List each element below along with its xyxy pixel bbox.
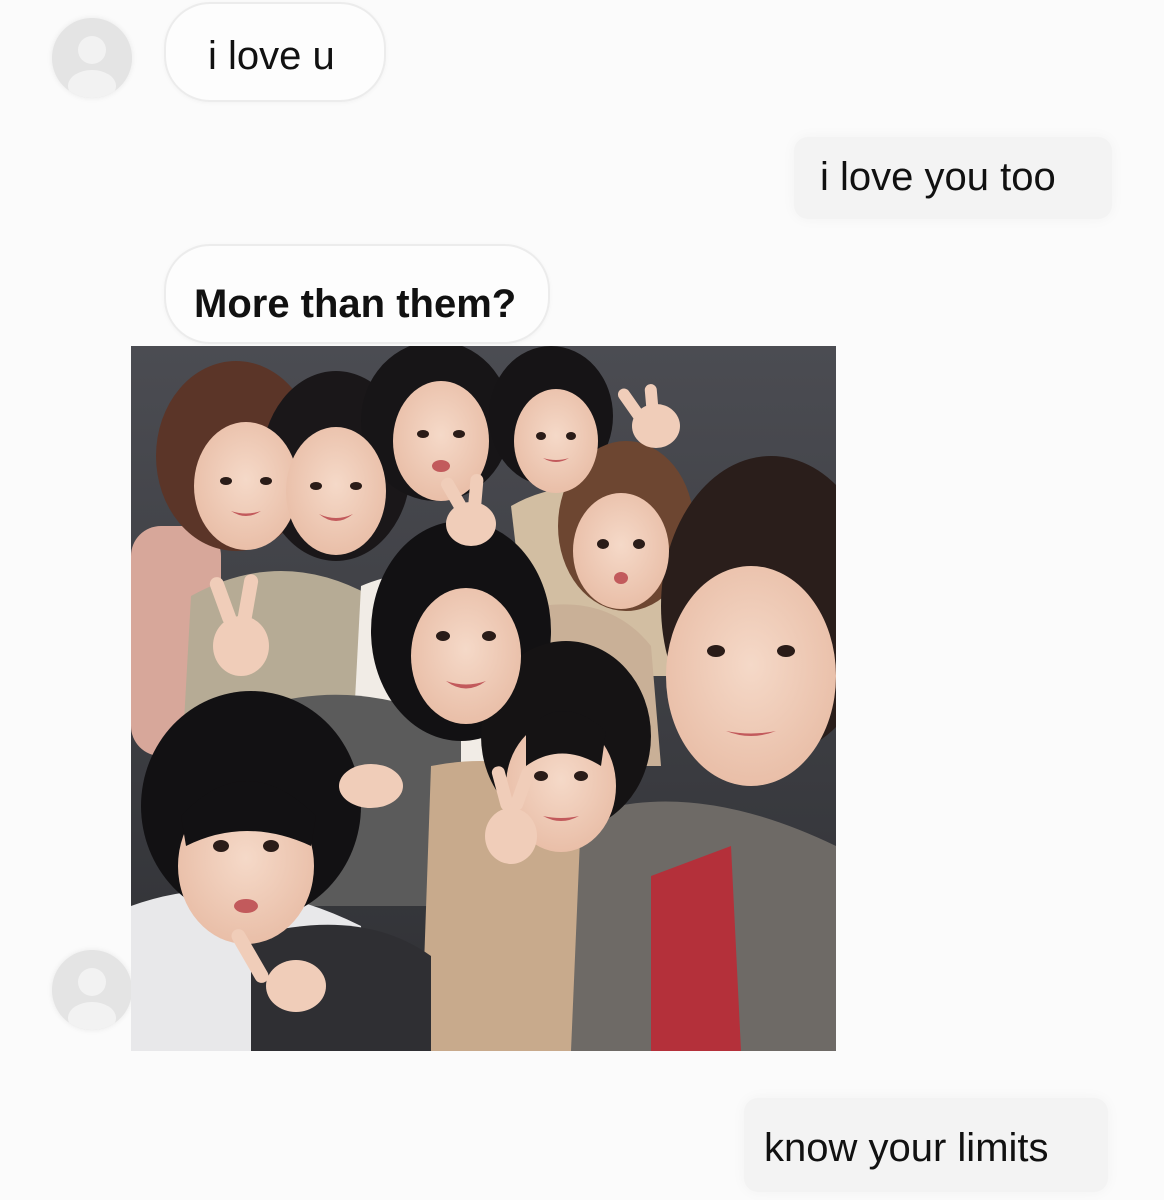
message-bubble-outgoing[interactable]: i love you too bbox=[794, 137, 1112, 219]
message-bubble-incoming[interactable]: More than them? bbox=[164, 244, 550, 344]
group-selfie-image bbox=[131, 346, 836, 1051]
contact-avatar-icon[interactable] bbox=[52, 18, 132, 98]
message-text: i love you too bbox=[820, 155, 1056, 199]
message-text: i love u bbox=[208, 34, 335, 78]
contact-avatar-icon[interactable] bbox=[52, 950, 132, 1030]
message-text: More than them? bbox=[194, 282, 517, 326]
chat-thread: i love u i love you too More than them? bbox=[0, 0, 1164, 1200]
message-bubble-outgoing[interactable]: know your limits bbox=[744, 1098, 1108, 1192]
message-bubble-incoming[interactable]: i love u bbox=[164, 2, 386, 102]
message-text: know your limits bbox=[764, 1126, 1049, 1170]
shared-photo-message[interactable] bbox=[131, 346, 836, 1051]
